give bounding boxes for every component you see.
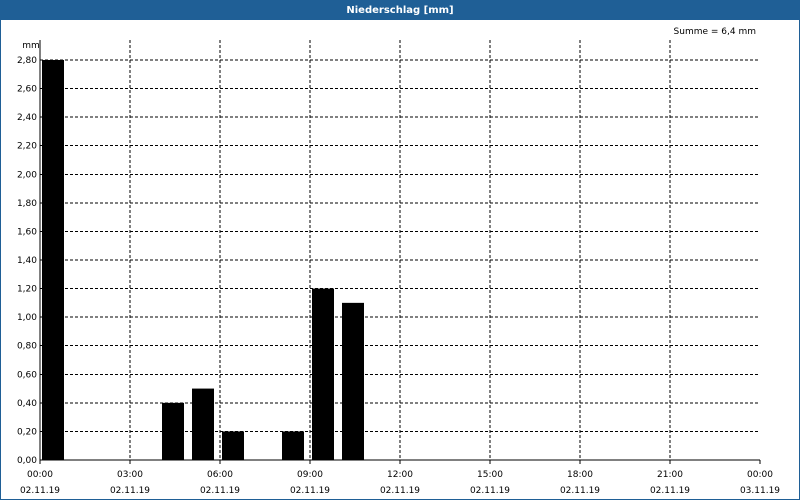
y-tick-label: 2,00: [17, 170, 37, 180]
precipitation-bar: [342, 302, 364, 460]
y-tick-label: 2,80: [17, 56, 37, 66]
precipitation-bar: [222, 431, 244, 460]
y-tick-label: 1,60: [17, 227, 37, 237]
x-tick-label-time: 03:00: [117, 470, 143, 480]
y-tick-label: 1,80: [17, 199, 37, 209]
x-tick-label-time: 18:00: [567, 470, 593, 480]
y-tick-label: 1,00: [17, 313, 37, 323]
y-tick-label: 1,40: [17, 256, 37, 266]
x-tick-label-date: 02.11.19: [470, 486, 510, 496]
y-tick-label: 1,20: [17, 285, 37, 295]
y-tick-label: 0,60: [17, 370, 37, 380]
x-tick-label-time: 06:00: [207, 470, 233, 480]
x-tick-label-date: 02.11.19: [380, 486, 420, 496]
sum-annotation: Summe = 6,4 mm: [674, 27, 756, 37]
y-tick-label: 2,60: [17, 85, 37, 95]
x-tick-label-time: 09:00: [297, 470, 323, 480]
y-tick-label: 2,40: [17, 113, 37, 123]
x-tick-label-time: 15:00: [477, 470, 503, 480]
y-tick-label: 0,20: [17, 427, 37, 437]
x-tick-label-time: 12:00: [387, 470, 413, 480]
precipitation-bar: [282, 431, 304, 460]
y-tick-label: 2,20: [17, 142, 37, 152]
x-tick-label-time: 00:00: [27, 470, 53, 480]
x-tick-label-time: 00:00: [747, 470, 773, 480]
x-tick-label-date: 02.11.19: [110, 486, 150, 496]
x-tick-label-date: 02.11.19: [20, 486, 60, 496]
precipitation-bar: [162, 402, 184, 460]
y-tick-label: 0,40: [17, 399, 37, 409]
precipitation-bar: [312, 288, 334, 460]
precipitation-bar: [192, 388, 214, 460]
y-axis-label: mm: [22, 41, 40, 51]
x-tick-label-date: 03.11.19: [740, 486, 780, 496]
x-tick-label-date: 02.11.19: [650, 486, 690, 496]
precipitation-bar: [42, 60, 64, 460]
y-tick-label: 0,80: [17, 342, 37, 352]
y-tick-label: 0,00: [17, 456, 37, 466]
x-tick-label-time: 21:00: [657, 470, 683, 480]
x-tick-label-date: 02.11.19: [200, 486, 240, 496]
x-tick-label-date: 02.11.19: [290, 486, 330, 496]
x-tick-label-date: 02.11.19: [560, 486, 600, 496]
precipitation-chart: mm Summe = 6,4 mm 0,00 0,20 0,40 0,60 0,80 1,…: [17, 27, 780, 496]
